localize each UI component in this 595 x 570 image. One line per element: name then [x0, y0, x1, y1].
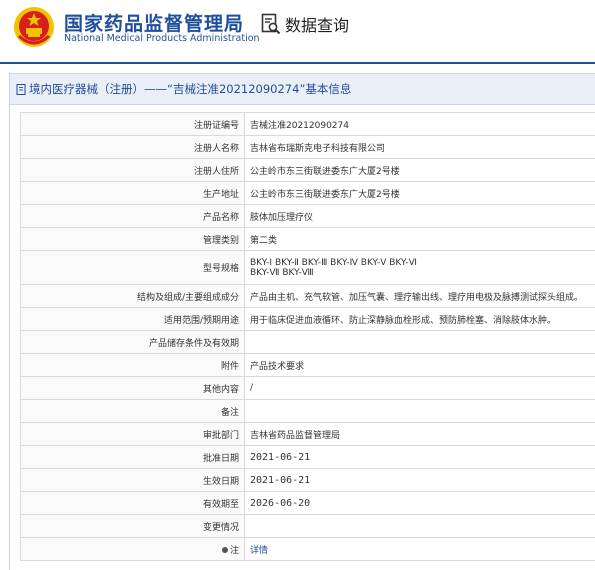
row-value: 2021-06-21 — [245, 446, 595, 469]
header-divider — [0, 62, 595, 64]
document-icon — [16, 84, 27, 95]
table-row: 批准日期 2021-06-21 — [21, 446, 595, 469]
row-value: 肢体加压理疗仪 — [245, 205, 595, 228]
table-row: 附件 产品技术要求 — [21, 354, 595, 377]
row-label: 产品名称 — [21, 205, 245, 228]
row-label: 有效期至 — [21, 492, 245, 515]
table-row: 变更情况 — [21, 515, 595, 538]
row-label: 审批部门 — [21, 423, 245, 446]
row-label: 管理类别 — [21, 228, 245, 251]
row-value: 吉林省布瑞斯克电子科技有限公司 — [245, 136, 595, 159]
data-query-link[interactable]: 数据查询 — [261, 12, 349, 36]
row-value: 吉林省药品监督管理局 — [245, 423, 595, 446]
data-query-label[interactable]: 数据查询 — [285, 12, 349, 36]
row-value: 公主岭市东三街联进委东广大厦2号楼 — [245, 159, 595, 182]
table-row: 生效日期 2021-06-21 — [21, 469, 595, 492]
row-label: 附件 — [21, 354, 245, 377]
row-value: 2021-06-21 — [245, 469, 595, 492]
row-value: 公主岭市东三街联进委东广大厦2号楼 — [245, 182, 595, 205]
row-value: / — [245, 377, 595, 400]
table-row: 管理类别 第二类 — [21, 228, 595, 251]
row-value — [245, 400, 595, 423]
row-label: 其他内容 — [21, 377, 245, 400]
details-link[interactable]: 详情 — [250, 546, 268, 556]
row-label: 批准日期 — [21, 446, 245, 469]
model-spec-line-1: BKY-Ⅰ BKY-Ⅱ BKY-Ⅲ BKY-Ⅳ BKY-Ⅴ BKY-Ⅵ — [250, 258, 594, 268]
row-label: 注册证编号 — [21, 113, 245, 136]
table-row: 注册人名称 吉林省布瑞斯克电子科技有限公司 — [21, 136, 595, 159]
row-label: 备注 — [21, 400, 245, 423]
site-subtitle: National Medical Products Administration — [64, 33, 260, 44]
row-value: 详情 — [245, 538, 595, 561]
panel-heading-text: 境内医疗器械（注册）——“吉械注准20212090274”基本信息 — [29, 81, 351, 97]
table-row: 结构及组成/主要组成成分 产品由主机、充气软管、加压气囊、理疗输出线、理疗用电极… — [21, 285, 595, 308]
row-value: 用于临床促进血液循环、防止深静脉血栓形成、预防肺栓塞、消除肢体水肿。 — [245, 308, 595, 331]
row-value: BKY-Ⅰ BKY-Ⅱ BKY-Ⅲ BKY-Ⅳ BKY-Ⅴ BKY-Ⅵ BKY-… — [245, 251, 595, 285]
site-title: 国家药品监督管理局 — [64, 9, 244, 36]
row-label: 注册人住所 — [21, 159, 245, 182]
row-label: 产品储存条件及有效期 — [21, 331, 245, 354]
info-table: 注册证编号 吉械注准20212090274 注册人名称 吉林省布瑞斯克电子科技有… — [20, 112, 595, 561]
row-value: 吉械注准20212090274 — [245, 113, 595, 136]
row-label: 生产地址 — [21, 182, 245, 205]
table-row: 生产地址 公主岭市东三街联进委东广大厦2号楼 — [21, 182, 595, 205]
row-value: 产品技术要求 — [245, 354, 595, 377]
row-label: 型号规格 — [21, 251, 245, 285]
row-label: 生效日期 — [21, 469, 245, 492]
row-value: 产品由主机、充气软管、加压气囊、理疗输出线、理疗用电极及脉搏测试探头组成。 — [245, 285, 595, 308]
table-row: 有效期至 2026-06-20 — [21, 492, 595, 515]
row-label: 注册人名称 — [21, 136, 245, 159]
table-row: 型号规格 BKY-Ⅰ BKY-Ⅱ BKY-Ⅲ BKY-Ⅳ BKY-Ⅴ BKY-Ⅵ… — [21, 251, 595, 285]
table-row: 产品名称 肢体加压理疗仪 — [21, 205, 595, 228]
search-document-icon — [261, 13, 281, 35]
table-row: 产品储存条件及有效期 — [21, 331, 595, 354]
row-value — [245, 515, 595, 538]
row-value: 2026-06-20 — [245, 492, 595, 515]
national-emblem-icon — [13, 6, 55, 48]
note-icon — [222, 547, 228, 553]
model-spec-line-2: BKY-Ⅶ BKY-Ⅷ — [250, 268, 594, 278]
table-row: 注 详情 — [21, 538, 595, 561]
table-row: 备注 — [21, 400, 595, 423]
table-row: 适用范围/预期用途 用于临床促进血液循环、防止深静脉血栓形成、预防肺栓塞、消除肢… — [21, 308, 595, 331]
table-row: 审批部门 吉林省药品监督管理局 — [21, 423, 595, 446]
row-label: 结构及组成/主要组成成分 — [21, 285, 245, 308]
note-label-text: 注 — [230, 546, 239, 556]
table-row: 注册人住所 公主岭市东三街联进委东广大厦2号楼 — [21, 159, 595, 182]
panel-heading: 境内医疗器械（注册）——“吉械注准20212090274”基本信息 — [10, 74, 595, 105]
row-label-note: 注 — [21, 538, 245, 561]
row-label: 适用范围/预期用途 — [21, 308, 245, 331]
row-value: 第二类 — [245, 228, 595, 251]
row-value — [245, 331, 595, 354]
site-header: 国家药品监督管理局 National Medical Products Admi… — [0, 0, 595, 62]
table-row: 注册证编号 吉械注准20212090274 — [21, 113, 595, 136]
row-label: 变更情况 — [21, 515, 245, 538]
detail-panel: 境内医疗器械（注册）——“吉械注准20212090274”基本信息 注册证编号 … — [9, 73, 595, 570]
table-row: 其他内容 / — [21, 377, 595, 400]
